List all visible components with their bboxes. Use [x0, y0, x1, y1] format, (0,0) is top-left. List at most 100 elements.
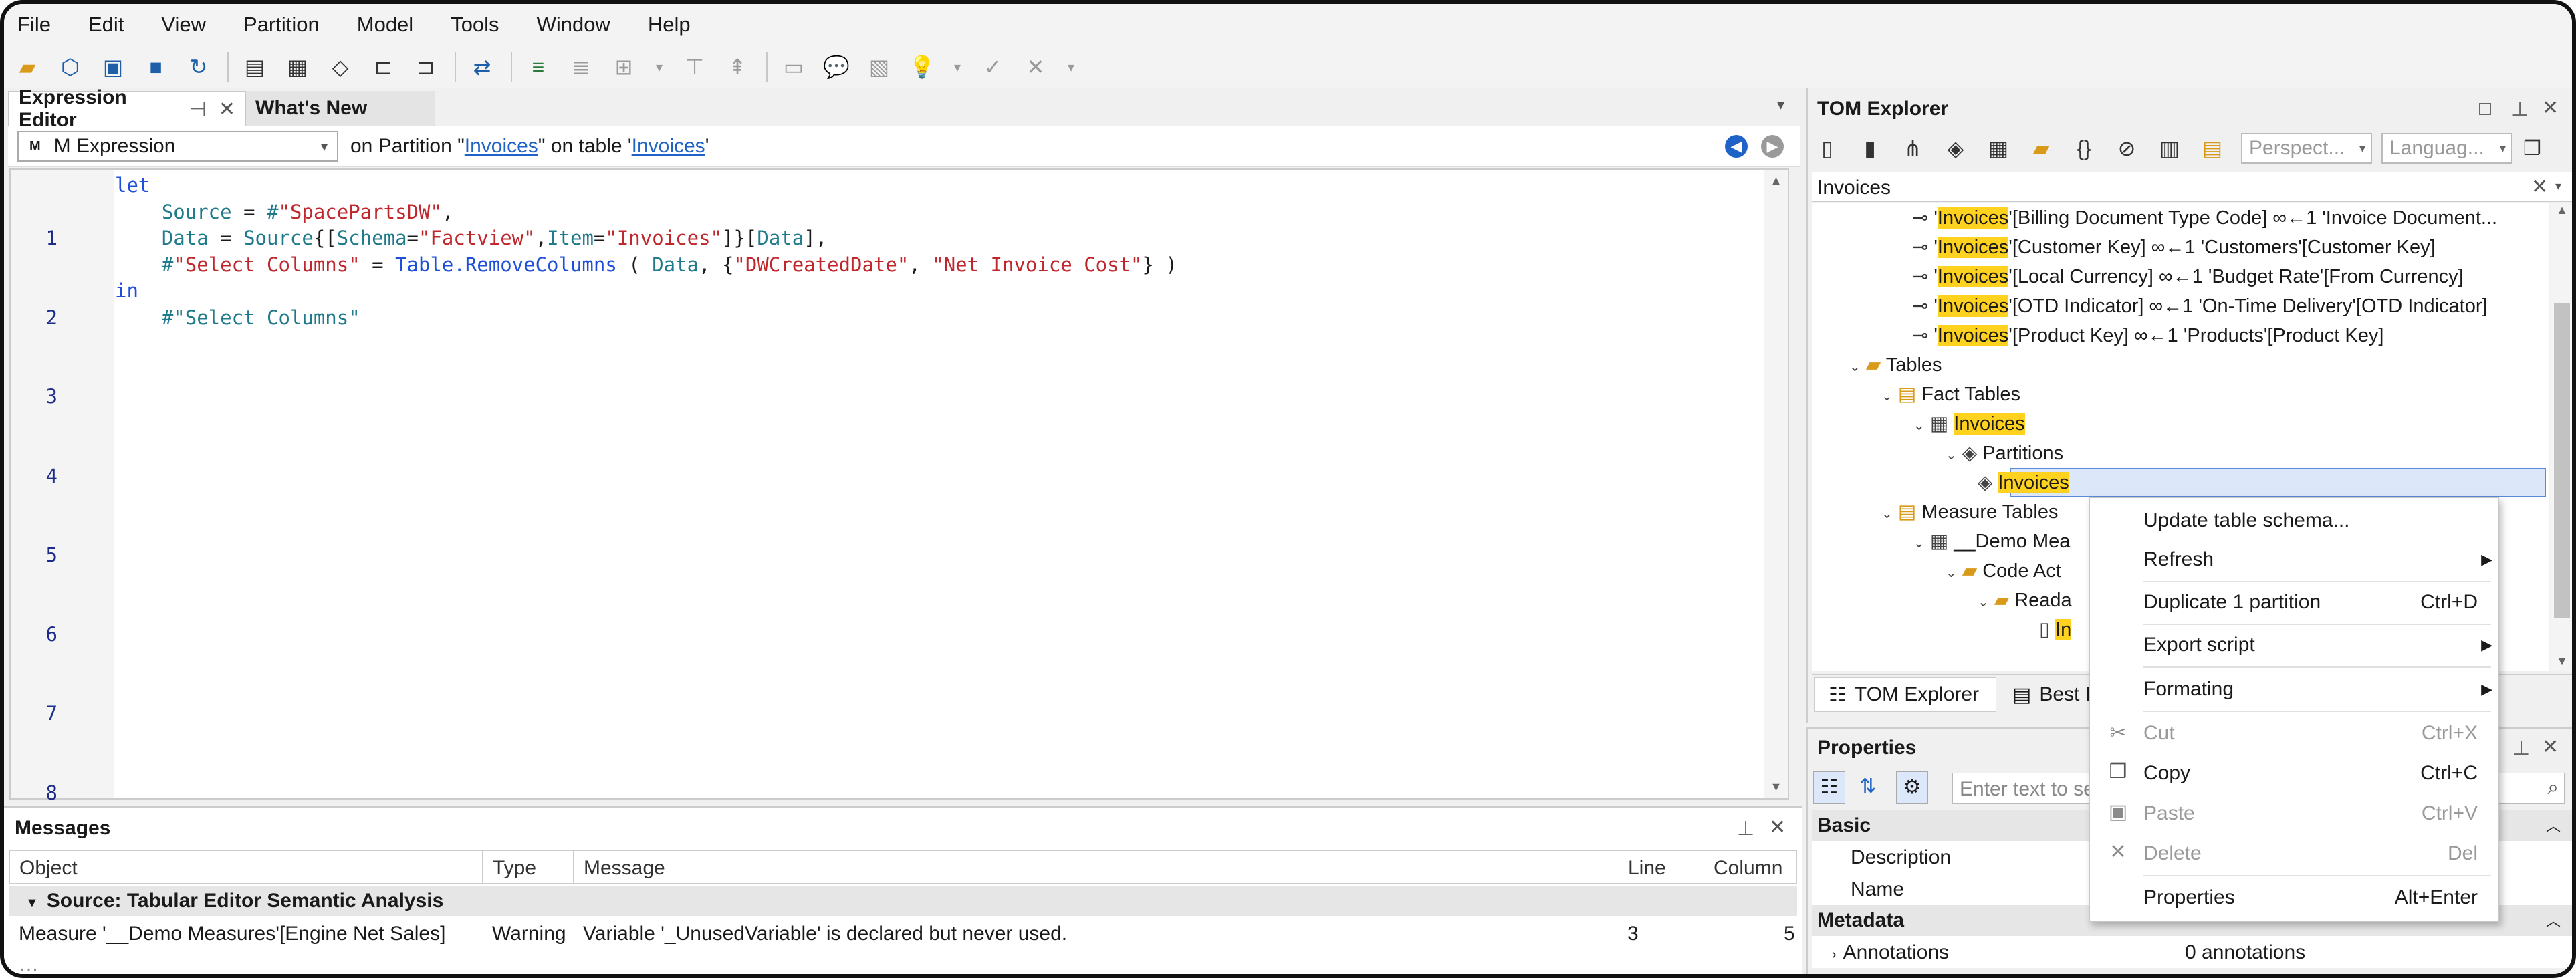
categorized-icon[interactable]: ☷: [1813, 771, 1845, 804]
tree-item-relationship[interactable]: ⊸ 'Invoices'[OTD Indicator] ∞←1 'On-Time…: [1912, 291, 2488, 321]
chevron-down-icon[interactable]: ⌄: [1946, 448, 1957, 463]
dropdown-arrow-icon[interactable]: ▾: [1064, 53, 1078, 81]
property-row-annotations[interactable]: › Annotations 0 annotations: [1812, 936, 2572, 968]
measure-icon[interactable]: ▯: [1813, 134, 1841, 162]
tree-item-table-invoices[interactable]: ⌄ ▦ Invoices: [1913, 409, 2025, 441]
layout-icon[interactable]: ▧: [865, 53, 893, 81]
close-icon[interactable]: ✕: [219, 98, 235, 121]
tree-item-relationship[interactable]: ⊸ 'Invoices'[Product Key] ∞←1 'Products'…: [1912, 321, 2383, 350]
model-icon[interactable]: ⬡: [56, 53, 84, 81]
column-header-message[interactable]: Message: [584, 857, 665, 880]
window-icon[interactable]: ❐: [2523, 137, 2541, 160]
refresh-icon[interactable]: ↻: [185, 53, 213, 81]
chevron-down-icon[interactable]: ⌄: [1849, 360, 1861, 374]
chevron-down-icon[interactable]: ⌄: [1913, 536, 1925, 551]
menu-item-cut[interactable]: Cut Ctrl+X: [2143, 719, 2478, 748]
tom-search-input[interactable]: Invoices ✕ ▾: [1812, 172, 2572, 202]
table-row[interactable]: Measure '__Demo Measures'[Engine Net Sal…: [9, 917, 1797, 948]
import-icon[interactable]: ⊐: [412, 53, 440, 81]
display-folder-icon[interactable]: ▤: [2198, 134, 2226, 162]
clear-icon[interactable]: ✕: [2531, 175, 2548, 199]
search-icon[interactable]: ⌕: [2547, 777, 2559, 800]
chevron-down-icon[interactable]: ⌄: [1946, 566, 1957, 580]
tree-item-partition-invoices[interactable]: [2010, 468, 2546, 497]
tab-overflow-icon[interactable]: ▾: [1777, 96, 1784, 114]
tree-item-readability[interactable]: ⌄ ▰ Reada: [1978, 586, 2072, 617]
check-icon[interactable]: ✓: [979, 53, 1007, 81]
tree-item-fact-tables[interactable]: ⌄ ▤ Fact Tables: [1881, 380, 2020, 411]
align-top-icon[interactable]: ⊤: [681, 53, 709, 81]
tree-item-relationship[interactable]: ⊸ 'Invoices'[Local Currency] ∞←1 'Budget…: [1912, 262, 2464, 291]
indent-icon[interactable]: ≣: [567, 53, 595, 81]
column-header-object[interactable]: Object: [19, 857, 78, 880]
scroll-down-icon[interactable]: ▼: [1764, 780, 1788, 794]
chevron-up-icon[interactable]: ︿: [2546, 814, 2561, 836]
move-up-icon[interactable]: ⇞: [723, 53, 751, 81]
menu-item-export-script[interactable]: Export script ▶: [2143, 630, 2492, 660]
pin-icon[interactable]: ⊥: [1737, 817, 1754, 840]
scroll-down-icon[interactable]: ▼: [2550, 654, 2572, 668]
pin-icon[interactable]: ⊣: [189, 98, 207, 121]
align-icon[interactable]: ⊞: [610, 53, 638, 81]
column-header-type[interactable]: Type: [493, 857, 536, 880]
tree-item-partitions[interactable]: ⌄ ◈ Partitions: [1946, 439, 2063, 470]
menu-model[interactable]: Model: [357, 13, 413, 37]
tab-whats-new[interactable]: What's New: [246, 91, 435, 126]
partition-link[interactable]: Invoices: [465, 135, 538, 157]
menu-item-formating[interactable]: Formating ▶: [2143, 675, 2492, 704]
hierarchy-icon[interactable]: ⋔: [1899, 134, 1927, 162]
expression-type-select[interactable]: M M Expression ▾: [17, 131, 338, 162]
menu-item-update-table-schema[interactable]: Update table schema...: [2143, 506, 2350, 535]
annotation-icon[interactable]: 💬: [822, 53, 850, 81]
pin-icon[interactable]: ⊥: [2511, 98, 2529, 121]
menu-window[interactable]: Window: [537, 13, 610, 37]
chevron-down-icon[interactable]: ⌄: [1978, 595, 1989, 610]
chevron-down-icon[interactable]: ⌄: [1913, 418, 1925, 433]
perspective-select[interactable]: Perspect... ▾: [2241, 133, 2372, 164]
table-icon[interactable]: ▦: [283, 53, 312, 81]
tree-item-tables[interactable]: ⌄ ▰ Tables: [1849, 350, 1942, 382]
chevron-down-icon[interactable]: ⌄: [1881, 389, 1893, 404]
lightbulb-icon[interactable]: 💡: [908, 53, 936, 81]
save-icon[interactable]: ■: [142, 53, 170, 81]
code-editor[interactable]: 1 2 3 4 5 6 7 8 let Source = #"SpacePart…: [9, 168, 1789, 804]
scroll-up-icon[interactable]: ▲: [2550, 203, 2572, 217]
deploy-icon[interactable]: ▣: [99, 53, 127, 81]
close-icon[interactable]: ✕: [1769, 816, 1786, 839]
columns-icon[interactable]: ▥: [2155, 134, 2184, 162]
chevron-up-icon[interactable]: ︿: [2546, 909, 2561, 931]
maximize-icon[interactable]: □: [2479, 98, 2491, 120]
cancel-icon[interactable]: ✕: [1022, 53, 1050, 81]
close-icon[interactable]: ✕: [2542, 96, 2559, 120]
menu-tools[interactable]: Tools: [451, 13, 499, 37]
pin-icon[interactable]: ⊥: [2512, 737, 2530, 760]
close-icon[interactable]: ✕: [2542, 735, 2559, 759]
scroll-up-icon[interactable]: ▲: [1764, 174, 1788, 188]
dropdown-arrow-icon[interactable]: ▾: [653, 53, 666, 81]
chevron-down-icon[interactable]: ▾: [2555, 179, 2561, 193]
column-icon[interactable]: ▮: [1856, 134, 1884, 162]
sort-icon[interactable]: ⇅: [1852, 771, 1884, 804]
language-select[interactable]: Languag... ▾: [2381, 133, 2512, 164]
tree-item-demo-measures[interactable]: ⌄ ▦ __Demo Mea: [1913, 527, 2070, 558]
tree-scrollbar[interactable]: ▲ ▼: [2550, 203, 2572, 671]
open-folder-icon[interactable]: ▰: [13, 53, 41, 81]
tree-item-code-actions[interactable]: ⌄ ▰ Code Act: [1946, 556, 2061, 588]
tree-item-measure-tables[interactable]: ⌄ ▤ Measure Tables: [1881, 497, 2059, 529]
format-icon[interactable]: ≡: [524, 53, 552, 81]
menu-item-paste[interactable]: Paste Ctrl+V: [2143, 799, 2478, 828]
partition-icon[interactable]: ◈: [1942, 134, 1970, 162]
menu-file[interactable]: File: [17, 13, 51, 37]
menu-item-refresh[interactable]: Refresh ▶: [2143, 545, 2492, 574]
chevron-down-icon[interactable]: ⌄: [1881, 507, 1893, 521]
folder-icon[interactable]: ▰: [2027, 134, 2055, 162]
tab-tom-explorer[interactable]: ☷ TOM Explorer: [1814, 677, 1996, 712]
vertical-scrollbar[interactable]: ▲ ▼: [1764, 170, 1788, 798]
property-pages-icon[interactable]: ⚙: [1896, 771, 1928, 804]
hidden-icon[interactable]: ⊘: [2113, 134, 2141, 162]
menu-item-properties[interactable]: Properties Alt+Enter: [2143, 883, 2478, 912]
column-header-line[interactable]: Line: [1628, 857, 1666, 880]
compare-icon[interactable]: ⇄: [468, 53, 496, 81]
dropdown-arrow-icon[interactable]: ▾: [951, 53, 964, 81]
menu-partition[interactable]: Partition: [243, 13, 320, 37]
